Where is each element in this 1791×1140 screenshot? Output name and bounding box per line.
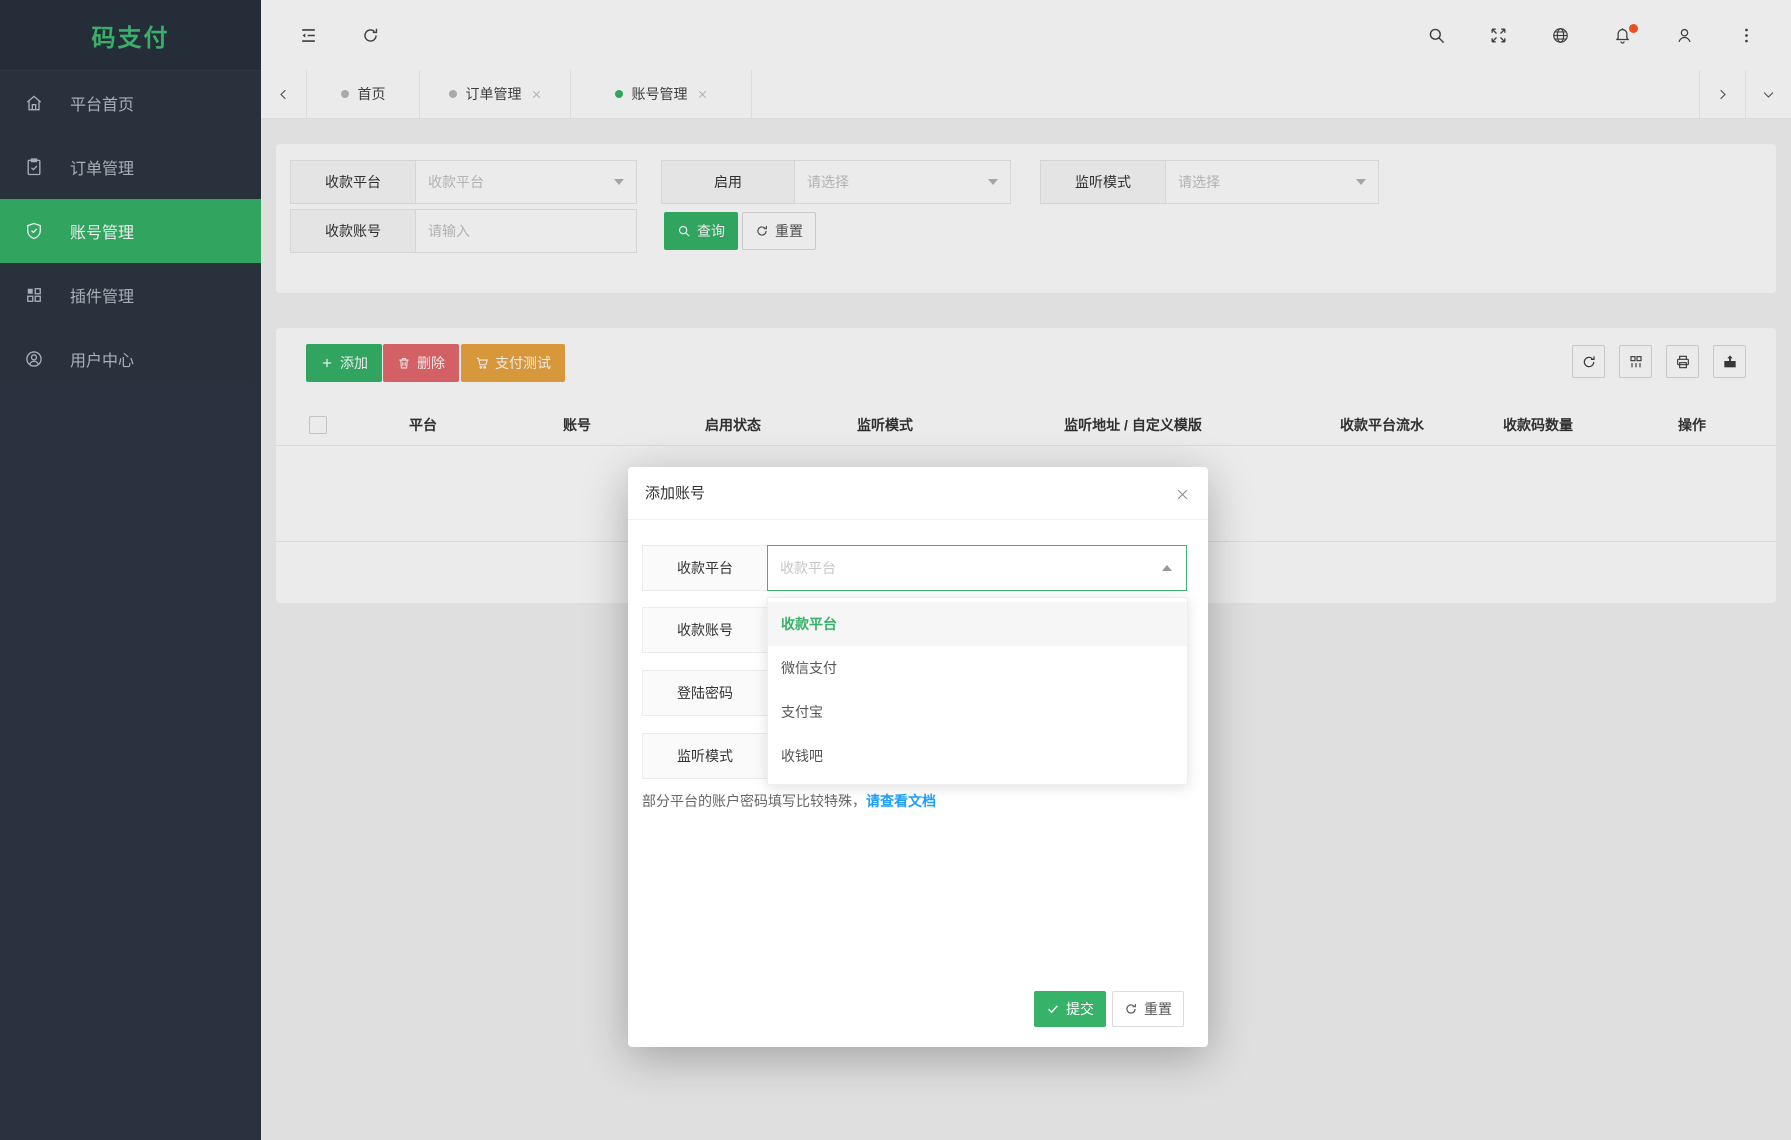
modal-header — [628, 467, 1208, 520]
caret-up-icon — [1162, 565, 1172, 571]
modal-password-label: 登陆密码 — [642, 670, 768, 716]
dropdown-option-platform[interactable]: 收款平台 — [768, 602, 1187, 646]
note-text: 部分平台的账户密码填写比较特殊， — [642, 793, 866, 809]
modal-submit-button[interactable]: 提交 — [1034, 991, 1106, 1027]
platform-dropdown: 收款平台 微信支付 支付宝 收钱吧 — [767, 597, 1188, 785]
close-icon — [1177, 489, 1187, 499]
docs-link[interactable]: 请查看文档 — [866, 793, 936, 809]
check-icon — [1048, 1005, 1058, 1014]
dropdown-option-alipay[interactable]: 支付宝 — [768, 690, 1187, 734]
modal-account-label: 收款账号 — [642, 607, 768, 653]
modal-close-button[interactable] — [1170, 482, 1194, 506]
modal-listen-mode-label: 监听模式 — [642, 733, 768, 779]
modal-reset-button[interactable]: 重置 — [1112, 991, 1184, 1027]
dropdown-option-wechat[interactable]: 微信支付 — [768, 646, 1187, 690]
add-account-modal: 添加账号 收款平台 收款平台 收款账号 登陆密码 监听模式 收款平台 微信支付 … — [628, 467, 1208, 1047]
dropdown-option-shouqianba[interactable]: 收钱吧 — [768, 734, 1187, 778]
modal-reset-label: 重置 — [1144, 1001, 1172, 1017]
reset-icon — [1126, 1004, 1136, 1014]
modal-title: 添加账号 — [645, 485, 706, 502]
select-placeholder: 收款平台 — [780, 560, 836, 576]
modal-note: 部分平台的账户密码填写比较特殊，请查看文档 — [642, 791, 936, 811]
modal-platform-label: 收款平台 — [642, 545, 768, 591]
submit-button-label: 提交 — [1066, 1001, 1094, 1017]
modal-platform-select[interactable]: 收款平台 — [767, 545, 1187, 591]
